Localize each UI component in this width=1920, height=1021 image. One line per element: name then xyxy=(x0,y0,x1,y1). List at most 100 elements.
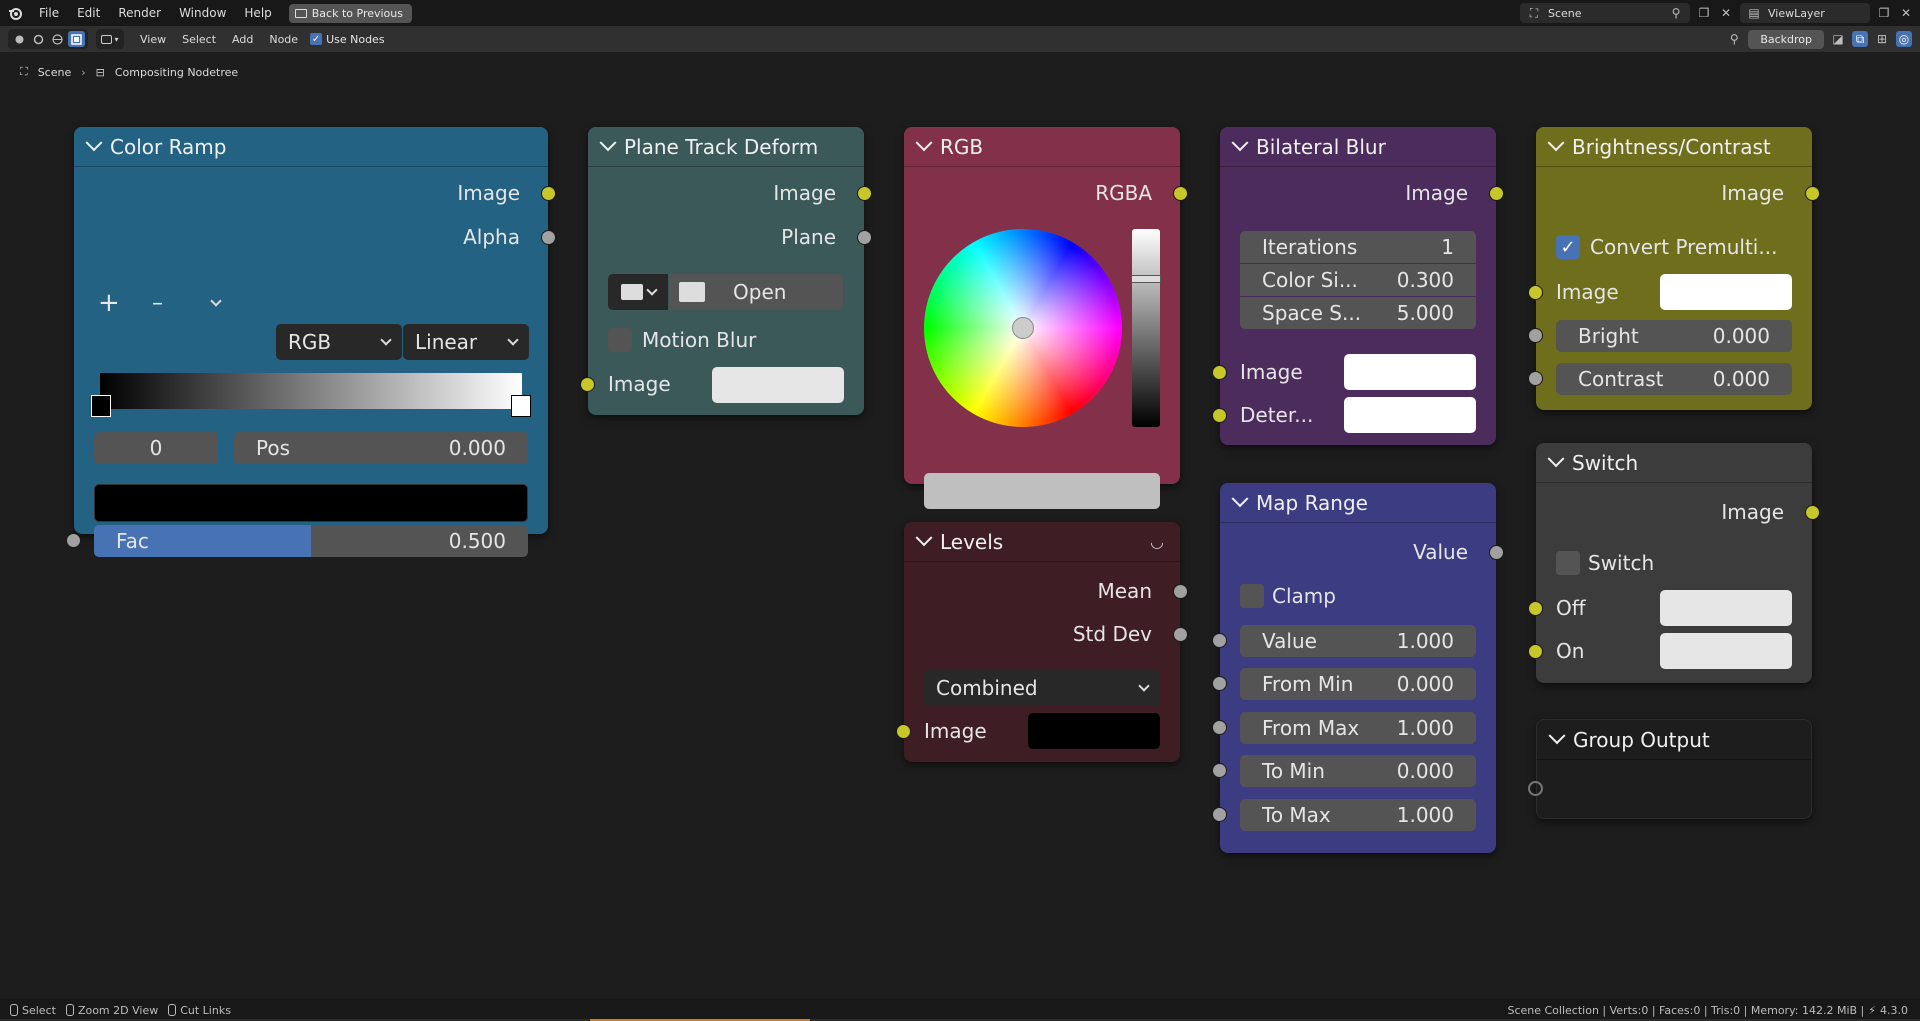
open-clip-button[interactable]: Open xyxy=(669,274,843,310)
collapse-chevron-icon[interactable] xyxy=(915,528,933,546)
collapse-chevron-icon[interactable] xyxy=(1231,133,1249,151)
shader-tree-icon[interactable] xyxy=(11,31,28,47)
node-header[interactable]: Switch xyxy=(1536,443,1812,483)
new-scene-icon[interactable]: ❐ xyxy=(1696,5,1712,21)
input-to-min-socket[interactable] xyxy=(1212,763,1227,778)
remove-stop-button[interactable]: – xyxy=(152,288,163,318)
motion-blur-checkbox[interactable] xyxy=(608,328,632,352)
channel-dropdown[interactable]: Combined xyxy=(924,670,1160,706)
iterations-field[interactable]: Iterations 1 xyxy=(1240,231,1476,263)
movie-clip-browse-button[interactable] xyxy=(608,274,668,310)
position-field[interactable]: Pos 0.000 xyxy=(234,432,528,464)
input-image-socket[interactable] xyxy=(896,724,911,739)
output-image-socket[interactable] xyxy=(541,186,556,201)
output-image-socket[interactable] xyxy=(857,186,872,201)
input-image-socket[interactable] xyxy=(1212,365,1227,380)
to-min-field[interactable]: To Min 0.000 xyxy=(1240,755,1476,787)
interpolation-dropdown[interactable]: Linear xyxy=(403,324,529,360)
delete-view-layer-icon[interactable]: ✕ xyxy=(1898,5,1914,21)
ramp-menu-button[interactable] xyxy=(210,288,222,318)
tree-type-selector[interactable] xyxy=(8,29,88,49)
menu-help[interactable]: Help xyxy=(235,6,280,20)
brightness-contrast-node[interactable]: Brightness/Contrast Image ✓ Convert Prem… xyxy=(1528,127,1820,410)
add-stop-button[interactable]: + xyxy=(98,288,120,318)
color-wheel-cursor[interactable] xyxy=(1012,317,1034,339)
input-determinator-color-swatch[interactable] xyxy=(1344,397,1476,433)
ramp-stop-black[interactable] xyxy=(91,395,111,417)
color-sigma-field[interactable]: Color Si... 0.300 xyxy=(1240,264,1476,296)
pin-icon[interactable]: ⚲ xyxy=(1668,5,1684,21)
overlay-icon[interactable]: ◎ xyxy=(1896,31,1912,47)
input-image-color-swatch[interactable] xyxy=(712,367,844,403)
new-view-layer-icon[interactable]: ❐ xyxy=(1876,5,1892,21)
clamp-checkbox[interactable] xyxy=(1240,584,1264,608)
backdrop-button[interactable]: Backdrop xyxy=(1748,29,1824,49)
input-determinator-socket[interactable] xyxy=(1212,408,1227,423)
input-on-color-swatch[interactable] xyxy=(1660,633,1792,669)
menu-window[interactable]: Window xyxy=(170,6,235,20)
use-nodes-toggle[interactable]: ✓ Use Nodes xyxy=(310,33,385,46)
collapse-chevron-icon[interactable] xyxy=(85,133,103,151)
geometry-tree-icon[interactable] xyxy=(30,31,47,47)
group-output-node[interactable]: Group Output xyxy=(1528,719,1812,819)
back-to-previous-button[interactable]: Back to Previous xyxy=(288,3,412,23)
menu-file[interactable]: File xyxy=(30,6,68,20)
stop-color-swatch[interactable] xyxy=(94,484,528,522)
input-from-min-socket[interactable] xyxy=(1212,676,1227,691)
backdrop-channels-icon[interactable]: ◪ xyxy=(1830,31,1846,47)
input-off-socket[interactable] xyxy=(1528,601,1543,616)
snap-mode-icon[interactable]: ⊞ xyxy=(1874,31,1890,47)
node-header[interactable]: Map Range xyxy=(1220,483,1496,523)
input-contrast-socket[interactable] xyxy=(1528,371,1543,386)
value-slider[interactable] xyxy=(1131,229,1161,427)
ramp-stop-white[interactable] xyxy=(511,395,531,417)
output-image-socket[interactable] xyxy=(1805,186,1820,201)
node-header[interactable]: RGB xyxy=(904,127,1180,167)
levels-node[interactable]: Levels ◡ Mean Std Dev Combined Image xyxy=(896,522,1188,762)
to-max-field[interactable]: To Max 1.000 xyxy=(1240,799,1476,831)
input-image-color-swatch[interactable] xyxy=(1344,354,1476,390)
output-mean-socket[interactable] xyxy=(1173,584,1188,599)
collapse-chevron-icon[interactable] xyxy=(1548,726,1566,744)
collapse-chevron-icon[interactable] xyxy=(1547,449,1565,467)
preview-toggle-icon[interactable]: ◡ xyxy=(1150,532,1164,551)
input-fac-socket[interactable] xyxy=(66,533,81,548)
from-max-field[interactable]: From Max 1.000 xyxy=(1240,712,1476,744)
map-range-node[interactable]: Map Range Value Clamp Value 1.000 From M… xyxy=(1212,483,1504,853)
fac-slider[interactable]: Fac 0.500 xyxy=(94,525,528,557)
output-std-dev-socket[interactable] xyxy=(1173,627,1188,642)
switch-checkbox[interactable] xyxy=(1556,551,1580,575)
empty-input-socket[interactable] xyxy=(1528,781,1543,796)
value-field[interactable]: Value 1.000 xyxy=(1240,625,1476,657)
space-sigma-field[interactable]: Space S... 5.000 xyxy=(1240,297,1476,329)
header-menu-select[interactable]: Select xyxy=(174,33,224,46)
node-header[interactable]: Levels ◡ xyxy=(904,522,1180,562)
from-min-field[interactable]: From Min 0.000 xyxy=(1240,668,1476,700)
header-menu-add[interactable]: Add xyxy=(224,33,261,46)
plane-track-deform-node[interactable]: Plane Track Deform Image Plane Open Moti… xyxy=(580,127,872,415)
input-on-socket[interactable] xyxy=(1528,644,1543,659)
menu-render[interactable]: Render xyxy=(109,6,170,20)
stop-index-field[interactable]: 0 xyxy=(94,432,218,464)
input-image-color-swatch[interactable] xyxy=(1660,274,1792,310)
input-value-socket[interactable] xyxy=(1212,633,1227,648)
output-image-socket[interactable] xyxy=(1489,186,1504,201)
output-plane-socket[interactable] xyxy=(857,230,872,245)
switch-node[interactable]: Switch Image Switch Off On xyxy=(1528,443,1820,683)
pin-icon[interactable]: ⚲ xyxy=(1726,31,1742,47)
node-header[interactable]: Bilateral Blur xyxy=(1220,127,1496,167)
input-image-socket[interactable] xyxy=(580,377,595,392)
bright-field[interactable]: Bright 0.000 xyxy=(1556,320,1792,352)
input-bright-socket[interactable] xyxy=(1528,328,1543,343)
input-image-color-swatch[interactable] xyxy=(1028,713,1160,749)
scene-selector[interactable]: ⛶ Scene ⚲ xyxy=(1520,3,1690,23)
node-header[interactable]: Plane Track Deform xyxy=(588,127,864,167)
color-ramp-node[interactable]: Color Ramp Image Alpha + – RGB Linear 0 … xyxy=(66,127,556,557)
input-image-socket[interactable] xyxy=(1528,285,1543,300)
input-from-max-socket[interactable] xyxy=(1212,720,1227,735)
input-to-max-socket[interactable] xyxy=(1212,807,1227,822)
editor-type-selector[interactable]: ▾ xyxy=(96,29,124,49)
menu-edit[interactable]: Edit xyxy=(68,6,109,20)
convert-premultiplied-checkbox[interactable]: ✓ xyxy=(1556,235,1580,259)
collapse-chevron-icon[interactable] xyxy=(599,133,617,151)
